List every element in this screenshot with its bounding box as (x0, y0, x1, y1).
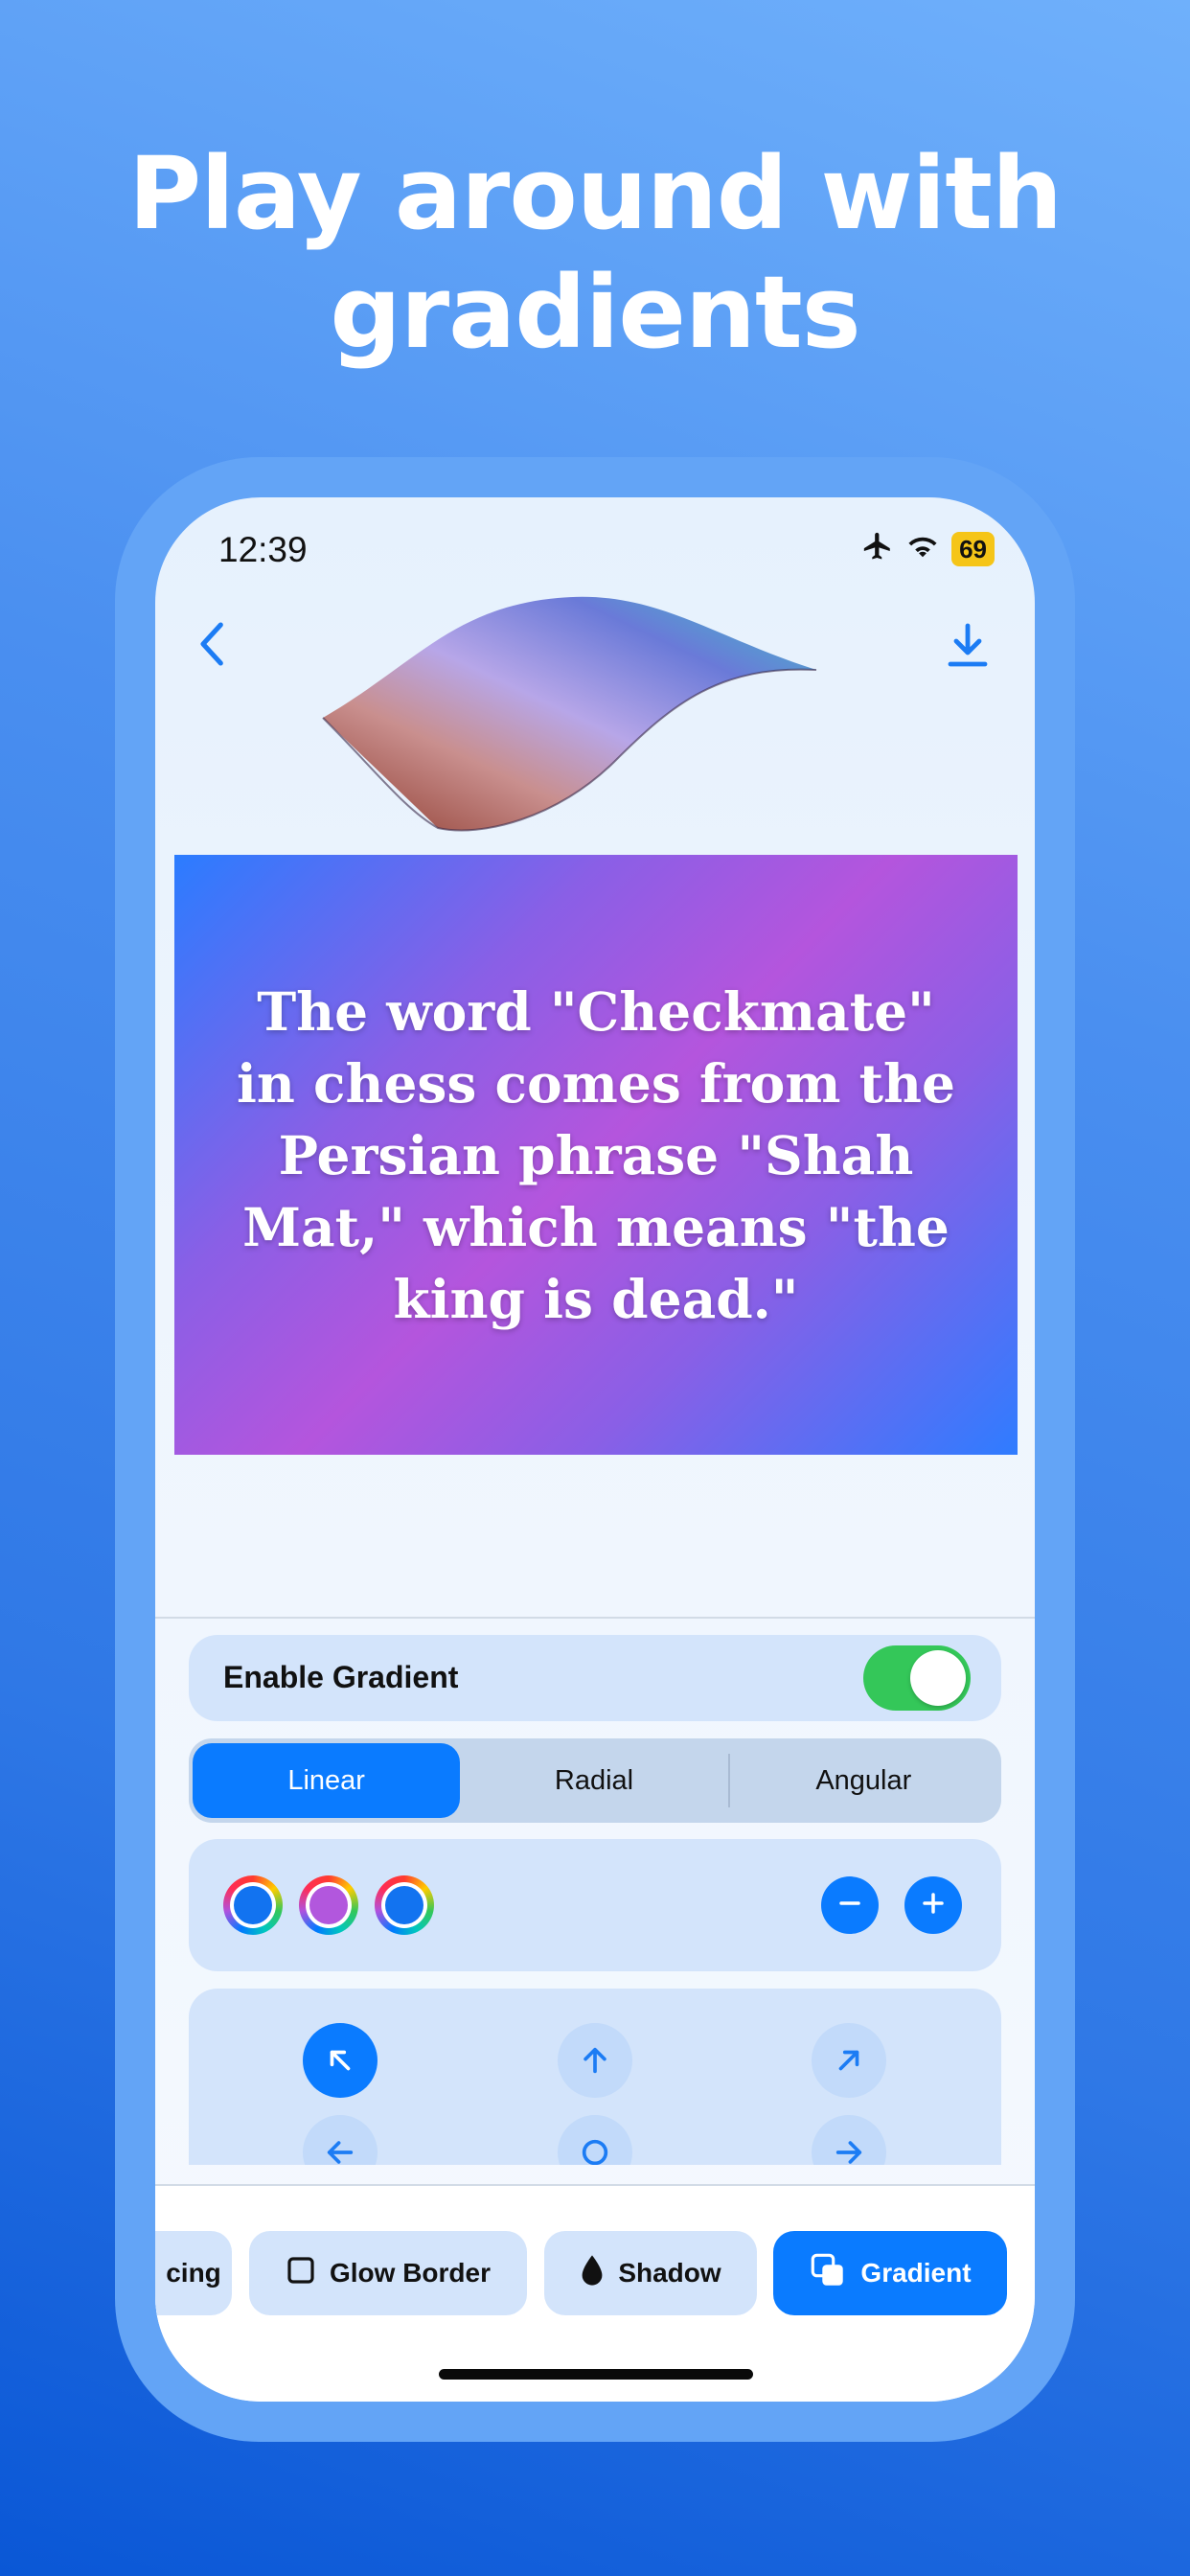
phone-screen: 12:39 69 The word "Checkmate" in chess c… (155, 497, 1035, 2402)
tab-glow-border[interactable]: Glow Border (249, 2231, 527, 2315)
download-icon[interactable] (947, 622, 989, 673)
tab-shadow[interactable]: Shadow (544, 2231, 757, 2315)
wifi-icon (905, 532, 940, 565)
enable-gradient-row: Enable Gradient (189, 1635, 1001, 1721)
color-stops-panel (189, 1839, 1001, 1971)
direction-panel (189, 1989, 1001, 2165)
arrow-left-icon[interactable] (303, 2115, 378, 2165)
gradient-type-segmented-control: Linear Radial Angular (189, 1738, 1001, 1823)
drop-icon (580, 2254, 605, 2293)
segment-radial[interactable]: Radial (460, 1743, 727, 1818)
home-indicator (439, 2369, 753, 2380)
segment-linear[interactable]: Linear (193, 1743, 461, 1818)
add-color-button[interactable] (904, 1876, 962, 1934)
back-chevron-icon[interactable] (194, 620, 232, 673)
arrow-up-icon[interactable] (558, 2023, 632, 2098)
toggle-knob (910, 1650, 966, 1706)
tab-gradient-label: Gradient (860, 2258, 972, 2288)
quote-card: The word "Checkmate" in chess comes from… (174, 855, 1018, 1455)
battery-indicator: 69 (951, 531, 995, 566)
headline: Play around with gradients (0, 134, 1190, 372)
tab-shadow-label: Shadow (618, 2258, 721, 2288)
segment-angular[interactable]: Angular (730, 1743, 997, 1818)
enable-gradient-toggle[interactable] (863, 1645, 971, 1711)
tab-partial-spacing[interactable]: cing (155, 2231, 232, 2315)
tab-partial-label: cing (166, 2258, 221, 2288)
enable-gradient-label: Enable Gradient (223, 1660, 459, 1694)
tab-gradient[interactable]: Gradient (773, 2231, 1007, 2315)
headline-line-2: gradients (330, 254, 860, 371)
airplane-icon (861, 530, 894, 567)
square-outline-icon (286, 2255, 316, 2292)
gradient-surface-illustration (309, 569, 883, 847)
layered-squares-icon (809, 2251, 847, 2296)
tab-glow-border-label: Glow Border (329, 2258, 491, 2288)
arrow-up-right-icon[interactable] (812, 2023, 886, 2098)
remove-color-button[interactable] (821, 1876, 879, 1934)
plus-icon (919, 1889, 948, 1922)
quote-text: The word "Checkmate" in chess comes from… (236, 979, 956, 1330)
minus-icon (835, 1889, 864, 1922)
status-icons: 69 (861, 530, 995, 567)
status-time: 12:39 (218, 530, 308, 569)
arrow-up-left-icon[interactable] (303, 2023, 378, 2098)
center-circle-icon[interactable] (558, 2115, 632, 2165)
panel-divider (155, 1617, 1035, 1619)
arrow-right-icon[interactable] (812, 2115, 886, 2165)
headline-line-1: Play around with (128, 135, 1063, 252)
color-stop-3[interactable] (375, 1875, 434, 1935)
color-stop-2[interactable] (299, 1875, 358, 1935)
color-stop-1[interactable] (223, 1875, 283, 1935)
